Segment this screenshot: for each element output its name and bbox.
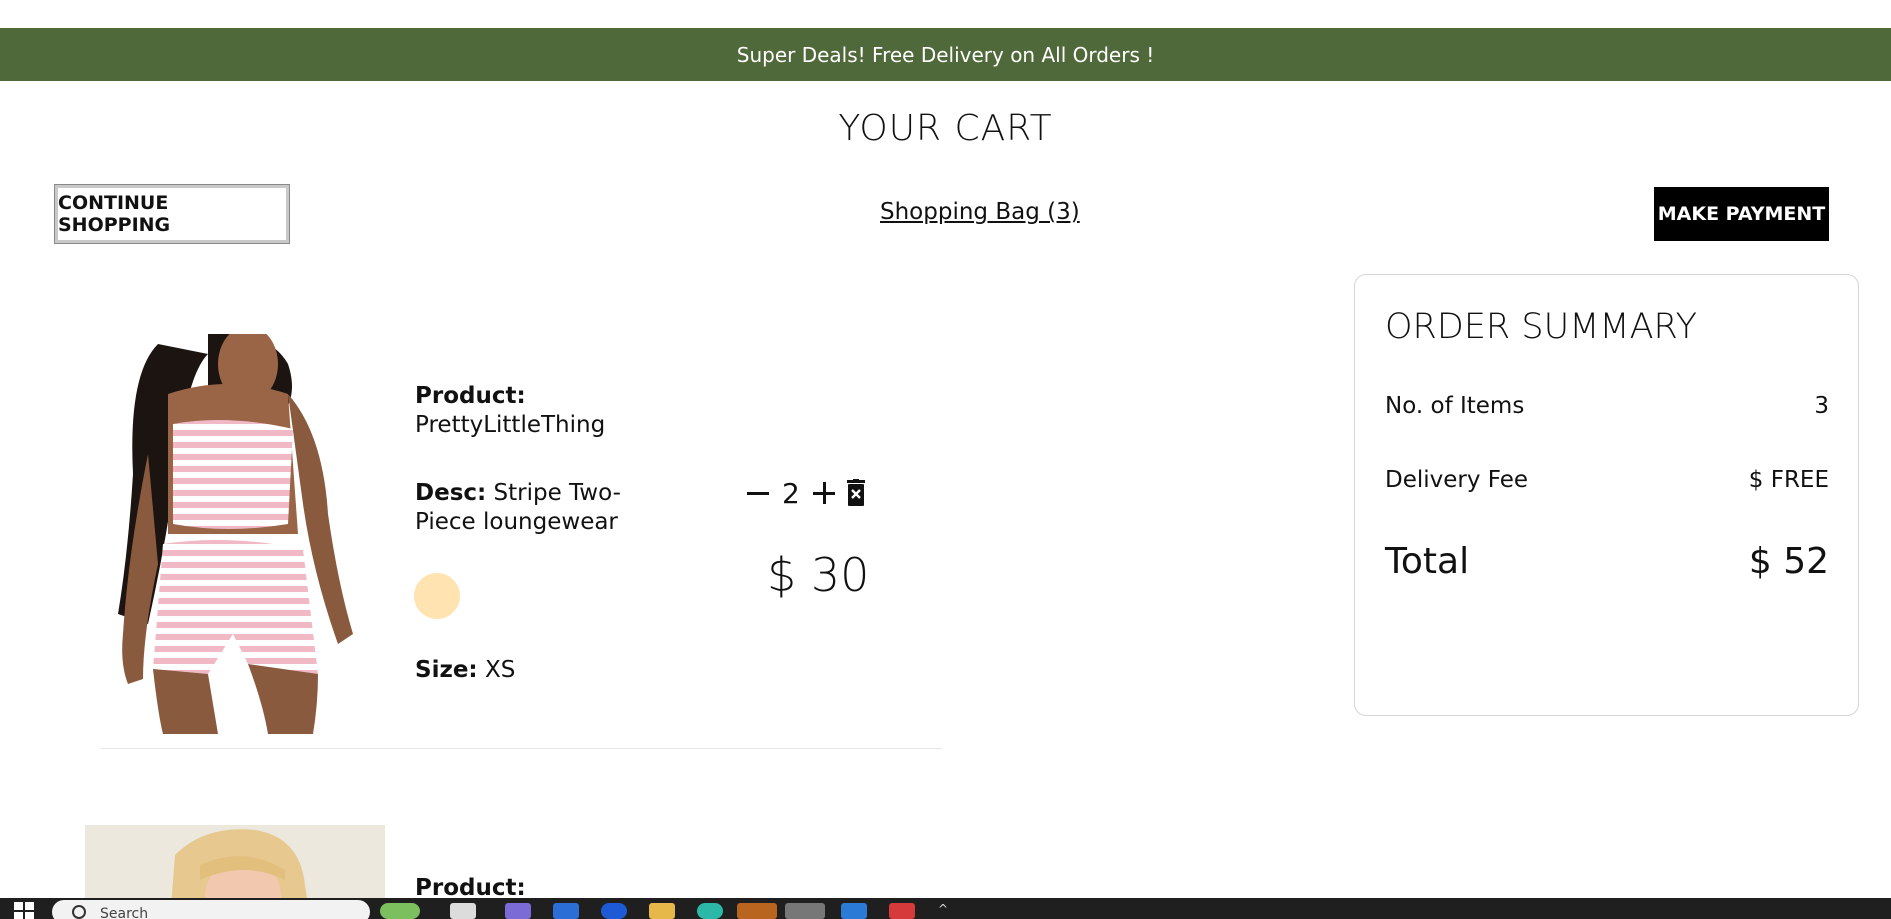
continue-shopping-label: CONTINUE SHOPPING	[58, 192, 171, 236]
product-desc-label: Desc:	[415, 480, 487, 506]
product-size-label: Size:	[415, 657, 478, 683]
search-icon	[72, 905, 86, 919]
vscode-icon[interactable]	[841, 903, 867, 919]
product-name: PrettyLittleThing	[415, 412, 606, 438]
items-value: 3	[1814, 393, 1829, 419]
product-desc-info: Desc: Stripe Two-Piece loungewear	[415, 479, 635, 537]
git-icon[interactable]	[889, 903, 915, 919]
tray-chevron-up-icon[interactable]: ^	[938, 902, 948, 916]
app-icon[interactable]	[785, 903, 825, 919]
summary-items-row: No. of Items 3	[1385, 393, 1829, 419]
quantity-value: 2	[782, 476, 800, 510]
mail-icon[interactable]	[553, 903, 579, 919]
order-summary-title: ORDER SUMMARY	[1385, 307, 1698, 347]
items-label: No. of Items	[1385, 393, 1525, 419]
delivery-label: Delivery Fee	[1385, 467, 1529, 493]
total-label: Total	[1385, 541, 1470, 582]
delete-item-icon[interactable]	[844, 479, 868, 507]
product-price: $ 30	[767, 548, 870, 602]
product-size: XS	[484, 657, 516, 683]
summary-total-row: Total $ 52	[1385, 541, 1829, 582]
make-payment-label: MAKE PAYMENT	[1657, 203, 1826, 225]
increase-quantity-button[interactable]	[810, 479, 838, 507]
chrome-icon[interactable]	[737, 903, 777, 919]
summary-delivery-row: Delivery Fee $ FREE	[1385, 467, 1829, 493]
product-color-swatch	[414, 573, 460, 619]
product-size-info: Size: XS	[415, 656, 515, 685]
delivery-value: $ FREE	[1748, 467, 1829, 493]
browser-icon[interactable]	[697, 903, 723, 919]
announcement-banner: Super Deals! Free Delivery on All Orders…	[0, 28, 1891, 81]
continue-shopping-button[interactable]: CONTINUE SHOPPING	[54, 184, 290, 244]
widget-plant-icon[interactable]	[380, 903, 420, 919]
quantity-control: 2	[744, 475, 868, 511]
top-strip	[0, 0, 1891, 28]
product-image	[88, 334, 378, 734]
task-view-icon[interactable]	[450, 903, 476, 919]
announcement-text: Super Deals! Free Delivery on All Orders…	[736, 42, 1155, 67]
decrease-quantity-button[interactable]	[744, 479, 772, 507]
windows-start-icon[interactable]	[14, 902, 34, 919]
taskbar: Search ^	[0, 898, 1891, 919]
product-name-info: Product: PrettyLittleThing	[415, 382, 635, 440]
shopping-bag-link[interactable]: Shopping Bag (3)	[880, 199, 1080, 225]
order-summary-panel: ORDER SUMMARY No. of Items 3 Delivery Fe…	[1354, 274, 1859, 716]
product-name-label: Product:	[415, 383, 526, 409]
taskbar-search-box[interactable]: Search	[52, 900, 370, 919]
page-title: YOUR CART	[838, 108, 1053, 149]
product-photo-illustration	[118, 334, 353, 734]
item-divider	[100, 748, 942, 749]
make-payment-button[interactable]: MAKE PAYMENT	[1654, 187, 1829, 241]
taskbar-search-placeholder: Search	[100, 906, 149, 919]
total-value: $ 52	[1748, 541, 1829, 582]
copilot-icon[interactable]	[505, 903, 531, 919]
edge-icon[interactable]	[601, 903, 627, 919]
file-explorer-icon[interactable]	[649, 903, 675, 919]
